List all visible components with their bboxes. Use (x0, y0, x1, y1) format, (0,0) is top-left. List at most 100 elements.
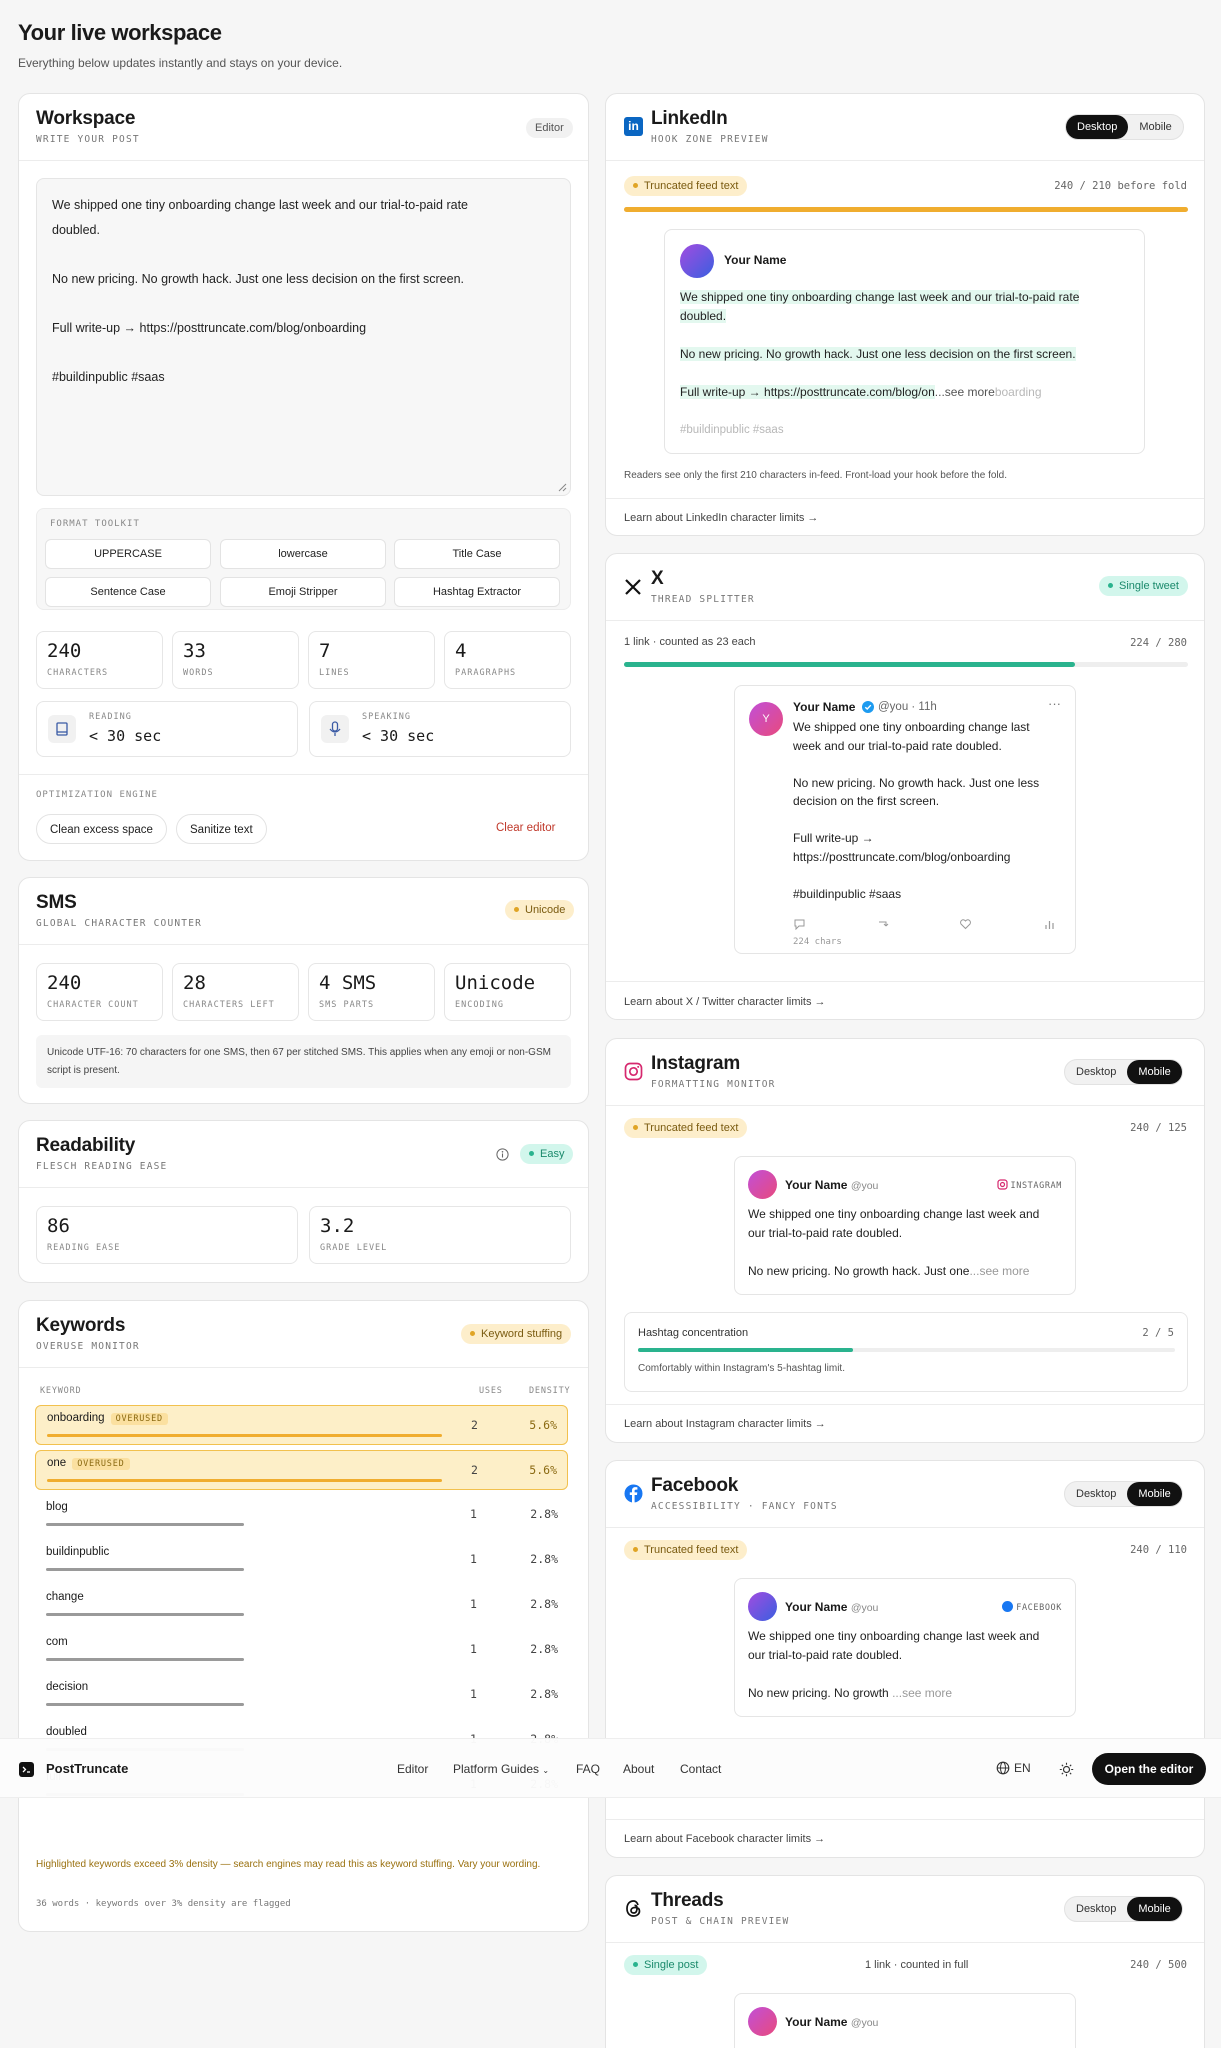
globe-icon (996, 1761, 1010, 1775)
keywords-title: Keywords (36, 1315, 126, 1336)
nav-faq[interactable]: FAQ (576, 1762, 600, 1776)
retweet-icon[interactable] (876, 918, 889, 930)
linkedin-learn-link[interactable]: Learn about LinkedIn character limits → (624, 512, 818, 524)
mobile-toggle[interactable]: Mobile (1127, 1060, 1182, 1084)
keyword-name: buildinpublic (46, 1546, 110, 1558)
keyword-row: one OVERUSED 2 5.6% (35, 1450, 568, 1490)
keywords-subtitle: OVERUSE MONITOR (36, 1341, 140, 1352)
clean-space-button[interactable]: Clean excess space (36, 814, 167, 844)
sms-characters-left: 28 CHARACTERS LEFT (172, 963, 299, 1021)
instagram-post-preview: Your Name @you INSTAGRAM We shipped one … (734, 1156, 1076, 1295)
lowercase-button[interactable]: lowercase (220, 539, 386, 569)
single-tweet-badge: Single tweet (1099, 576, 1188, 596)
nav-editor[interactable]: Editor (397, 1762, 428, 1776)
sms-card: SMS GLOBAL CHARACTER COUNTER Unicode 240… (18, 877, 589, 1104)
optimization-label: OPTIMIZATION ENGINE (36, 790, 158, 800)
mobile-toggle[interactable]: Mobile (1127, 1482, 1182, 1506)
author-name: Your Name @you (785, 1178, 879, 1192)
keyword-row: com 1 2.8% (35, 1630, 568, 1670)
editor-line: Full write-up → https://posttruncate.com… (52, 320, 367, 335)
threads-subtitle: POST & CHAIN PREVIEW (651, 1916, 790, 1927)
see-more-link[interactable]: ...see more (892, 1686, 952, 1700)
more-options-icon[interactable]: ··· (1048, 696, 1061, 711)
book-icon (48, 715, 76, 743)
x-count: 224 / 280 (1130, 637, 1187, 649)
keywords-footer: 36 words · keywords over 3% density are … (36, 1899, 291, 1909)
sentence-case-button[interactable]: Sentence Case (45, 577, 211, 607)
nav-about[interactable]: About (623, 1762, 654, 1776)
microphone-icon (321, 715, 349, 743)
linkedin-count: 240 / 210 before fold (1054, 180, 1187, 192)
linkedin-status-badge: Truncated feed text (624, 176, 748, 196)
overused-tag: OVERUSED (110, 1413, 168, 1425)
keyword-density-bar (46, 1613, 244, 1616)
info-icon[interactable] (496, 1148, 509, 1161)
like-icon[interactable] (959, 918, 972, 930)
analytics-icon[interactable] (1043, 918, 1056, 930)
author-name: Your Name (724, 253, 787, 267)
x-title: X (651, 568, 664, 589)
facebook-learn-link[interactable]: Learn about Facebook character limits → (624, 1833, 825, 1845)
sanitize-text-button[interactable]: Sanitize text (176, 814, 267, 844)
speaking-time: SPEAKING < 30 sec (309, 701, 571, 757)
top-nav-bar: PostTruncate Editor Platform Guides ⌄ FA… (0, 1738, 1221, 1798)
instagram-learn-link[interactable]: Learn about Instagram character limits → (624, 1418, 826, 1430)
linkedin-progress (624, 207, 1188, 212)
keyword-density: 5.6% (529, 1418, 557, 1432)
desktop-toggle[interactable]: Desktop (1065, 1060, 1127, 1084)
tweet-preview: Y Your Name @you · 11h ··· We shipped on… (734, 685, 1076, 954)
keyword-name: doubled (46, 1726, 87, 1738)
clear-editor-button[interactable]: Clear editor (496, 822, 555, 834)
desktop-toggle[interactable]: Desktop (1065, 1897, 1127, 1921)
sms-encoding: Unicode ENCODING (444, 963, 571, 1021)
resize-handle-icon[interactable] (558, 483, 567, 492)
encoding-badge: Unicode (505, 900, 575, 920)
sms-title: SMS (36, 892, 77, 913)
open-editor-button[interactable]: Open the editor (1092, 1753, 1206, 1785)
language-selector[interactable]: EN (996, 1761, 1031, 1775)
avatar (748, 1170, 777, 1199)
keyword-uses: 2 (471, 1463, 478, 1477)
keyword-uses: 1 (470, 1597, 477, 1611)
nav-contact[interactable]: Contact (680, 1762, 721, 1776)
mobile-toggle[interactable]: Mobile (1127, 1897, 1182, 1921)
facebook-post-preview: Your Name @you FACEBOOK We shipped one t… (734, 1578, 1076, 1717)
keywords-card: Keywords OVERUSE MONITOR Keyword stuffin… (18, 1300, 589, 1932)
mobile-toggle[interactable]: Mobile (1128, 115, 1182, 139)
desktop-toggle[interactable]: Desktop (1066, 115, 1129, 139)
single-post-badge: Single post (624, 1955, 708, 1975)
theme-toggle-icon[interactable] (1059, 1762, 1074, 1777)
keyword-uses: 1 (470, 1687, 477, 1701)
hashtag-progress (638, 1348, 853, 1352)
title-case-button[interactable]: Title Case (394, 539, 560, 569)
sms-note: Unicode UTF-16: 70 characters for one SM… (36, 1035, 571, 1088)
brand-name[interactable]: PostTruncate (46, 1761, 128, 1776)
reply-icon[interactable] (793, 918, 806, 930)
hashtag-extractor-button[interactable]: Hashtag Extractor (394, 577, 560, 607)
instagram-subtitle: FORMATTING MONITOR (651, 1079, 776, 1090)
keyword-density: 2.8% (530, 1552, 558, 1566)
desktop-toggle[interactable]: Desktop (1065, 1482, 1127, 1506)
page-subtitle: Everything below updates instantly and s… (18, 56, 343, 70)
threads-count: 240 / 500 (1130, 1959, 1187, 1971)
post-editor[interactable]: We shipped one tiny onboarding change la… (36, 178, 571, 496)
readability-card: Readability FLESCH READING EASE Easy 86 … (18, 1120, 589, 1283)
x-progress (624, 662, 1075, 667)
editor-line: #buildinpublic #saas (52, 369, 165, 384)
keyword-name: com (46, 1636, 68, 1648)
col-keyword: KEYWORD (40, 1386, 82, 1396)
keyword-name: decision (46, 1681, 89, 1693)
overused-tag: OVERUSED (72, 1458, 130, 1470)
x-subtitle: THREAD SPLITTER (651, 594, 755, 605)
see-more-link[interactable]: ...see more (969, 1264, 1029, 1278)
emoji-stripper-button[interactable]: Emoji Stripper (220, 577, 386, 607)
instagram-tag: INSTAGRAM (996, 1179, 1062, 1191)
linkedin-post-preview: Your Name We shipped one tiny onboarding… (664, 229, 1145, 454)
keyword-density: 2.8% (530, 1642, 558, 1656)
uppercase-button[interactable]: UPPERCASE (45, 539, 211, 569)
see-more-link[interactable]: ...see more (935, 385, 995, 399)
instagram-count: 240 / 125 (1130, 1122, 1187, 1134)
x-learn-link[interactable]: Learn about X / Twitter character limits… (624, 996, 826, 1008)
nav-platform-guides[interactable]: Platform Guides ⌄ (453, 1762, 549, 1776)
